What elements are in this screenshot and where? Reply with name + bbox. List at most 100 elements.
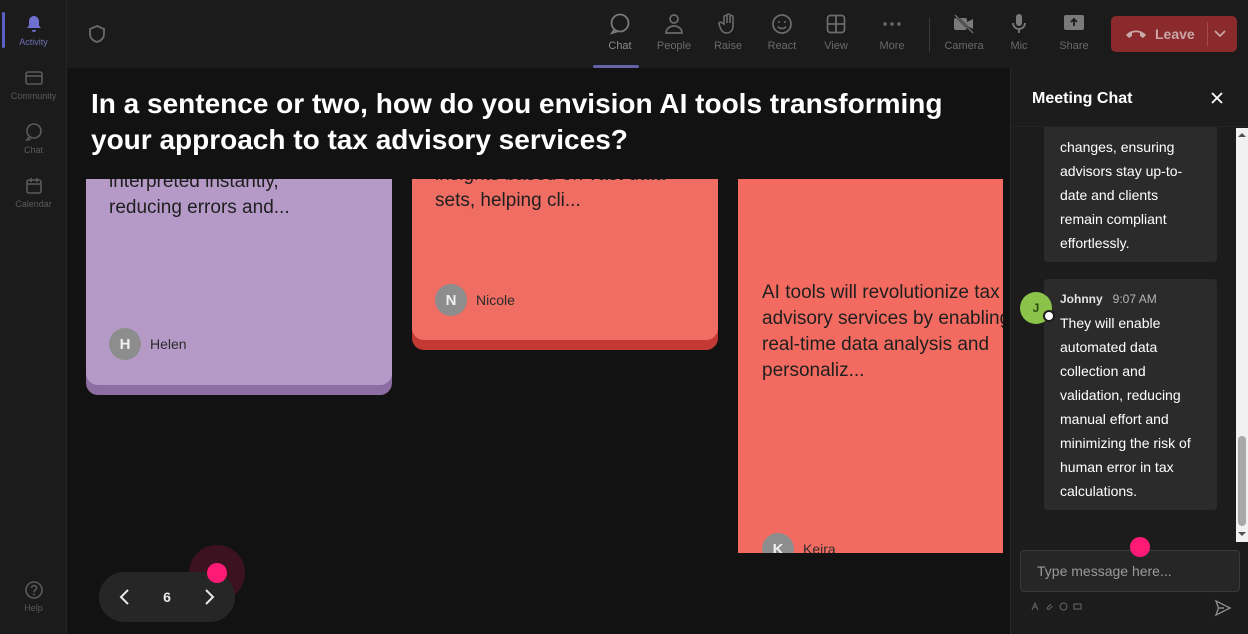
scroll-thumb[interactable] [1238, 436, 1246, 526]
message-sender: Johnny [1060, 292, 1103, 306]
toolbar-people-button[interactable]: People [649, 8, 699, 64]
chat-message: changes, ensuring advisors stay up-to-da… [1044, 127, 1217, 262]
share-icon [1064, 15, 1084, 30]
send-icon[interactable] [1214, 599, 1232, 617]
bell-icon [26, 15, 41, 32]
author-name: Nicole [476, 292, 515, 308]
rail-help[interactable]: Help [0, 570, 67, 622]
chat-message-input[interactable] [1020, 550, 1240, 592]
card-text: sets, helping cli... [435, 190, 581, 211]
meeting-app: Activity Community Chat Calendar Help Ch… [0, 0, 1248, 634]
chat-icon [24, 122, 42, 141]
card-author: N Nicole [435, 284, 515, 316]
message-text: changes, ensuring advisors stay up-to-da… [1060, 139, 1183, 251]
toolbar-people-label: People [656, 40, 692, 52]
avatar: N [435, 284, 467, 316]
left-rail: Activity Community Chat Calendar Help [0, 0, 67, 634]
hand-icon [718, 13, 734, 34]
chat-scrollbar[interactable] [1236, 128, 1248, 542]
card-body: insights based on vast data sets, helpin… [412, 179, 718, 340]
leave-label: Leave [1155, 26, 1195, 42]
chat-title: Meeting Chat [1032, 90, 1133, 107]
toolbar-camera-label: Camera [944, 40, 984, 52]
toolbar-view-label: View [824, 40, 848, 52]
toolbar-chat-label: Chat [608, 40, 632, 52]
toolbar-mic-label: Mic [1010, 40, 1028, 52]
people-icon [665, 14, 683, 34]
toolbar-mic-button[interactable]: Mic [994, 8, 1044, 64]
rail-calendar-label: Calendar [15, 198, 52, 209]
rail-community[interactable]: Community [0, 58, 67, 110]
camera-off-icon [954, 14, 974, 34]
gif-icon[interactable] [1073, 602, 1082, 611]
toolbar-react-button[interactable]: React [757, 8, 807, 64]
avatar: K [762, 533, 794, 553]
avatar: H [109, 328, 141, 360]
chat-messages: changes, ensuring advisors stay up-to-da… [1011, 127, 1236, 542]
meeting-chat-panel: Meeting Chat changes, ensuring advisors … [1010, 68, 1248, 634]
author-name: Keira [803, 541, 836, 553]
card-text-top: insights based on vast data [435, 179, 705, 188]
smile-icon [772, 14, 792, 34]
rail-activity[interactable]: Activity [0, 4, 67, 56]
shield-icon[interactable] [87, 24, 107, 44]
rail-community-label: Community [10, 90, 57, 101]
answer-card-helen[interactable]: interpreted instantly, reducing errors a… [86, 179, 392, 395]
rail-chat-label: Chat [23, 144, 43, 155]
toolbar-raise-button[interactable]: Raise [703, 8, 753, 64]
chevron-right-icon[interactable] [199, 587, 219, 607]
answer-card-nicole[interactable]: insights based on vast data sets, helpin… [412, 179, 718, 350]
grid-icon [826, 14, 846, 34]
card-author: K Keira [762, 533, 836, 553]
emoji-icon[interactable] [1059, 602, 1068, 611]
message-time: 9:07 AM [1112, 292, 1157, 306]
phone-hangup-icon [1126, 30, 1146, 38]
rail-help-label: Help [24, 602, 43, 613]
toolbar-raise-label: Raise [713, 40, 743, 52]
rail-chat[interactable]: Chat [0, 112, 67, 164]
toolbar-divider [929, 18, 930, 52]
help-icon [24, 580, 43, 599]
toolbar-share-label: Share [1059, 40, 1089, 52]
chat-bubble-icon [609, 13, 630, 35]
close-icon[interactable] [1209, 90, 1225, 106]
toolbar-more-label: More [879, 40, 905, 52]
board-question: In a sentence or two, how do you envisio… [91, 88, 943, 155]
attach-icon[interactable] [1045, 602, 1054, 611]
card-text: AI tools will revolutionize tax advisory… [762, 282, 1003, 381]
chevron-down-icon[interactable] [1213, 28, 1227, 40]
meeting-toolbar: Chat People Raise React View More Camera [67, 0, 1248, 68]
message-text: They will enable automated data collecti… [1060, 315, 1191, 499]
toolbar-more-button[interactable]: More [867, 8, 917, 64]
leave-button[interactable]: Leave [1111, 16, 1237, 52]
toolbar-react-label: React [767, 40, 797, 52]
compose-toolbar [1031, 602, 1082, 611]
calendar-icon [25, 177, 42, 194]
toolbar-chat-button[interactable]: Chat [593, 8, 645, 68]
rail-activity-label: Activity [19, 36, 48, 47]
presence-indicator [1043, 310, 1055, 322]
toolbar-view-button[interactable]: View [811, 8, 861, 64]
card-text-top: interpreted instantly, [109, 179, 279, 192]
chevron-left-icon[interactable] [115, 587, 135, 607]
answer-card-keira[interactable]: AI tools will revolutionize tax advisory… [738, 179, 1003, 553]
pointer-marker [207, 563, 227, 583]
toolbar-camera-button[interactable]: Camera [939, 8, 989, 64]
rail-calendar[interactable]: Calendar [0, 166, 67, 218]
community-icon [24, 70, 43, 85]
format-icon[interactable] [1031, 602, 1040, 611]
scroll-down-icon[interactable] [1238, 530, 1246, 538]
chat-message: Johnny 9:07 AM They will enable automate… [1044, 279, 1217, 510]
card-body: interpreted instantly, reducing errors a… [86, 179, 392, 385]
mic-icon [1012, 14, 1026, 33]
more-icon [883, 22, 901, 26]
toolbar-share-button[interactable]: Share [1049, 8, 1099, 64]
author-name: Helen [150, 336, 187, 352]
pointer-marker [1130, 537, 1150, 557]
card-author: H Helen [109, 328, 187, 360]
leave-divider [1207, 22, 1208, 46]
message-header: Johnny 9:07 AM [1044, 279, 1217, 311]
scroll-up-icon[interactable] [1238, 131, 1246, 139]
card-text: reducing errors and... [109, 197, 290, 218]
page-number: 6 [163, 589, 171, 605]
